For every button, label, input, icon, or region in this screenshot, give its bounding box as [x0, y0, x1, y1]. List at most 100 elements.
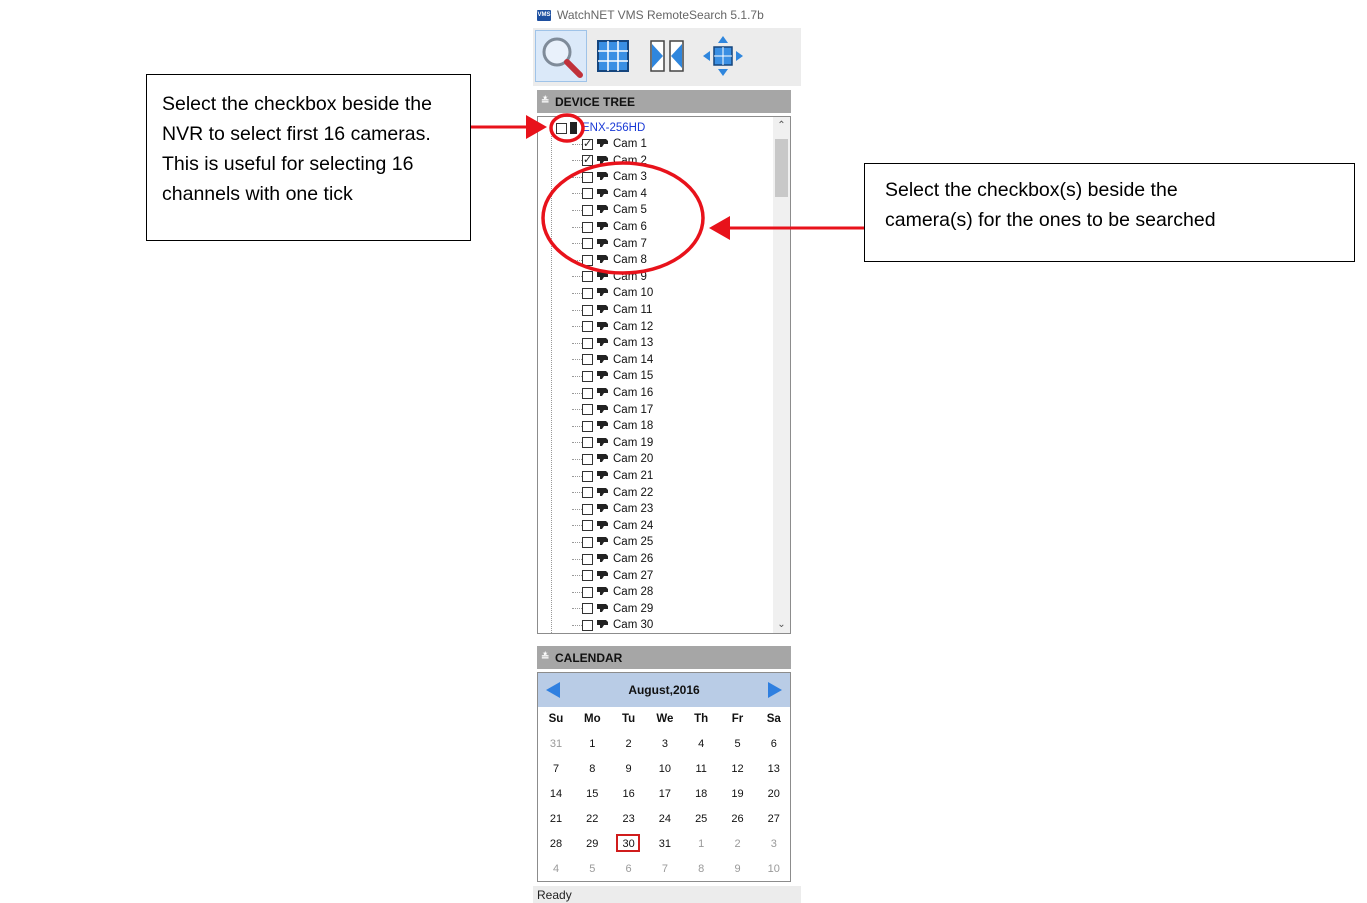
calendar-day[interactable]: 16 [611, 785, 647, 803]
tree-camera-row[interactable]: Cam 11 [572, 302, 652, 318]
calendar-day[interactable]: 18 [683, 785, 719, 803]
tree-device-row[interactable]: ENX-256HD [556, 120, 645, 136]
calendar-day[interactable]: 20 [756, 785, 792, 803]
tree-camera-row[interactable]: Cam 5 [572, 202, 647, 218]
tree-camera-row[interactable]: Cam 1 [572, 136, 647, 152]
calendar-day[interactable]: 1 [574, 735, 610, 753]
device-tree-header[interactable]: ≛ DEVICE TREE [537, 90, 791, 113]
camera-checkbox[interactable] [582, 437, 593, 449]
tree-camera-row[interactable]: Cam 23 [572, 501, 653, 517]
search-mode-button[interactable] [535, 30, 587, 82]
calendar-day[interactable]: 24 [647, 810, 683, 828]
calendar-day[interactable]: 12 [720, 760, 756, 778]
camera-checkbox[interactable] [582, 254, 593, 266]
calendar-day[interactable]: 6 [611, 860, 647, 878]
camera-checkbox[interactable] [582, 520, 593, 532]
camera-checkbox[interactable] [582, 287, 593, 299]
calendar-day[interactable]: 22 [574, 810, 610, 828]
calendar-day[interactable]: 31 [538, 735, 574, 753]
calendar-day[interactable]: 6 [756, 735, 792, 753]
tree-camera-row[interactable]: Cam 4 [572, 186, 647, 202]
camera-checkbox[interactable] [582, 171, 593, 183]
camera-checkbox[interactable] [582, 271, 593, 283]
calendar-day[interactable]: 2 [720, 835, 756, 853]
calendar-day[interactable]: 8 [574, 760, 610, 778]
scroll-up-icon[interactable]: ⌃ [773, 117, 790, 134]
tree-camera-row[interactable]: Cam 10 [572, 285, 653, 301]
camera-checkbox[interactable] [582, 503, 593, 515]
calendar-day[interactable]: 5 [574, 860, 610, 878]
camera-checkbox[interactable] [582, 619, 593, 631]
calendar-day-selected[interactable]: 30 [611, 834, 647, 853]
tree-camera-row[interactable]: Cam 26 [572, 551, 653, 567]
calendar-day[interactable]: 2 [611, 735, 647, 753]
calendar-day[interactable]: 10 [647, 760, 683, 778]
calendar-day[interactable]: 1 [683, 835, 719, 853]
tree-camera-row[interactable]: Cam 9 [572, 269, 647, 285]
calendar-day[interactable]: 5 [720, 735, 756, 753]
tree-camera-row[interactable]: Cam 27 [572, 568, 653, 584]
calendar-day[interactable]: 3 [756, 835, 792, 853]
camera-checkbox[interactable] [582, 321, 593, 333]
tree-camera-row[interactable]: Cam 14 [572, 352, 653, 368]
tree-camera-row[interactable]: Cam 6 [572, 219, 647, 235]
camera-checkbox[interactable] [582, 153, 593, 167]
calendar-day[interactable]: 14 [538, 785, 574, 803]
calendar-day[interactable]: 7 [538, 760, 574, 778]
calendar-day[interactable]: 4 [538, 860, 574, 878]
camera-checkbox[interactable] [582, 137, 593, 150]
camera-checkbox[interactable] [582, 238, 593, 250]
camera-checkbox[interactable] [582, 470, 593, 482]
scroll-thumb[interactable] [775, 139, 788, 197]
calendar-day[interactable]: 17 [647, 785, 683, 803]
tree-camera-row[interactable]: Cam 2 [572, 153, 647, 169]
calendar-day[interactable]: 7 [647, 860, 683, 878]
tree-scrollbar[interactable]: ⌃ ⌄ [773, 117, 790, 633]
calendar-day[interactable]: 10 [756, 860, 792, 878]
camera-checkbox[interactable] [582, 453, 593, 465]
calendar-day[interactable]: 29 [574, 835, 610, 853]
tree-camera-row[interactable]: Cam 19 [572, 435, 653, 451]
tree-camera-row[interactable]: Cam 15 [572, 368, 653, 384]
calendar-day[interactable]: 31 [647, 835, 683, 853]
tree-camera-row[interactable]: Cam 22 [572, 485, 653, 501]
calendar-day[interactable]: 25 [683, 810, 719, 828]
camera-checkbox[interactable] [582, 304, 593, 316]
camera-checkbox[interactable] [582, 221, 593, 233]
tree-camera-row[interactable]: Cam 13 [572, 335, 653, 351]
calendar-day[interactable]: 9 [720, 860, 756, 878]
tree-camera-row[interactable]: Cam 17 [572, 402, 653, 418]
camera-checkbox[interactable] [582, 204, 593, 216]
device-tree[interactable]: ENX-256HD Cam 1 Cam 2 Cam 3 Cam 4 Cam 5 Cam 6 C… [537, 116, 791, 634]
ptz-move-button[interactable] [697, 30, 749, 82]
camera-checkbox[interactable] [582, 536, 593, 548]
calendar-day[interactable]: 26 [720, 810, 756, 828]
camera-checkbox[interactable] [582, 404, 593, 416]
calendar-day[interactable]: 13 [756, 760, 792, 778]
scroll-down-icon[interactable]: ⌄ [773, 616, 790, 633]
calendar-day[interactable]: 3 [647, 735, 683, 753]
calendar-day[interactable]: 23 [611, 810, 647, 828]
tree-camera-row[interactable]: Cam 16 [572, 385, 653, 401]
next-month-icon[interactable] [768, 682, 782, 698]
tree-camera-row[interactable]: Cam 3 [572, 169, 647, 185]
calendar-header[interactable]: ≛ CALENDAR [537, 646, 791, 669]
tree-camera-row[interactable]: Cam 21 [572, 468, 653, 484]
tree-camera-row[interactable]: Cam 18 [572, 418, 653, 434]
camera-checkbox[interactable] [582, 487, 593, 499]
camera-checkbox[interactable] [582, 337, 593, 349]
tree-camera-row[interactable]: Cam 8 [572, 252, 647, 268]
calendar-day[interactable]: 8 [683, 860, 719, 878]
camera-checkbox[interactable] [582, 188, 593, 200]
tree-camera-row[interactable]: Cam 12 [572, 319, 653, 335]
calendar-day[interactable]: 9 [611, 760, 647, 778]
calendar-day[interactable]: 19 [720, 785, 756, 803]
camera-checkbox[interactable] [582, 603, 593, 615]
tree-camera-row[interactable]: Cam 28 [572, 584, 653, 600]
calendar-day[interactable]: 27 [756, 810, 792, 828]
split-view-button[interactable] [643, 30, 695, 82]
calendar-day[interactable]: 21 [538, 810, 574, 828]
tree-camera-row[interactable]: Cam 30 [572, 617, 653, 633]
tree-camera-row[interactable]: Cam 29 [572, 601, 653, 617]
camera-checkbox[interactable] [582, 354, 593, 366]
